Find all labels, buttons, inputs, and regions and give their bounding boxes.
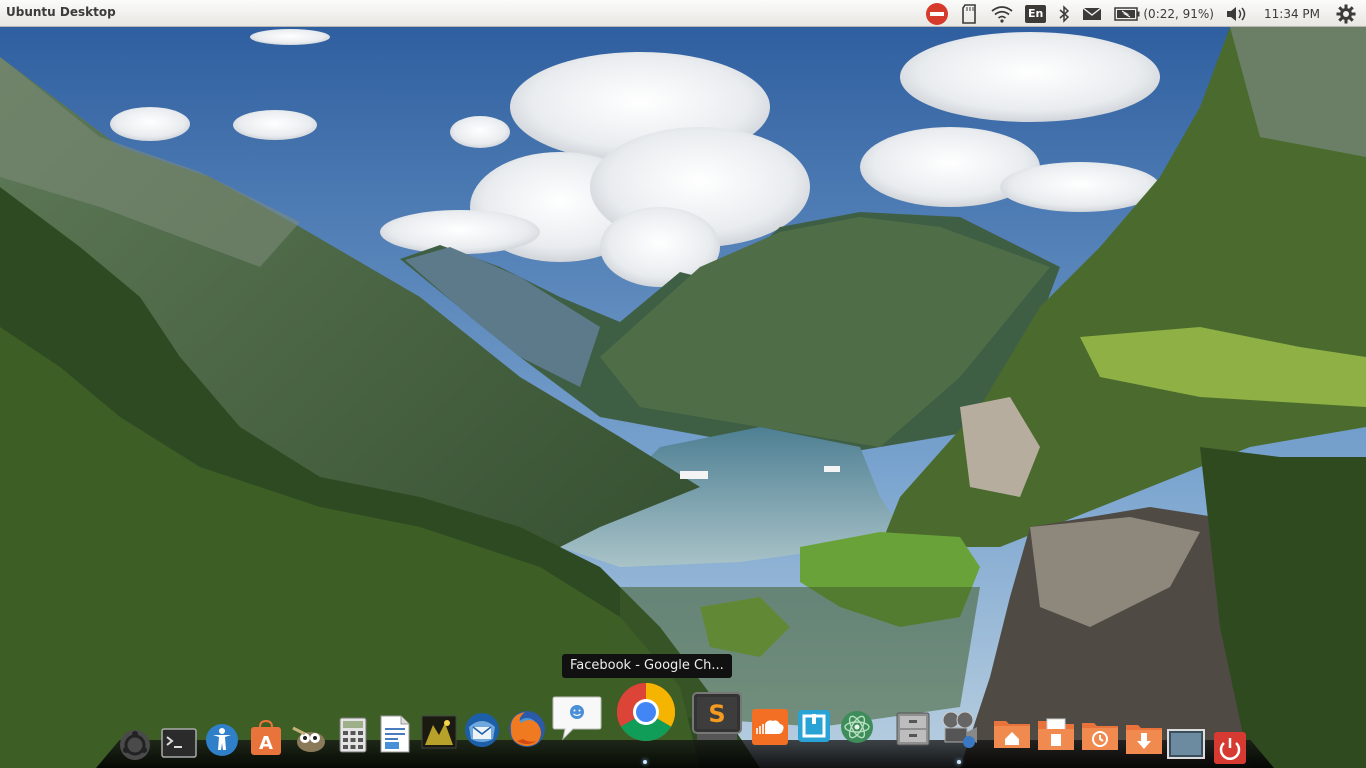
image-viewer-icon[interactable]	[420, 714, 458, 750]
recent-folder-icon[interactable]	[1080, 718, 1120, 752]
ubuntu-logo-icon[interactable]	[118, 728, 152, 762]
do-not-disturb-icon[interactable]	[919, 0, 955, 27]
sd-card-icon[interactable]	[955, 0, 985, 27]
soundcloud-icon[interactable]	[750, 708, 790, 746]
svg-text:A: A	[259, 733, 273, 754]
session-gear-icon[interactable]	[1330, 0, 1366, 27]
top-panel: Ubuntu Desktop En (0:22, 91%) 11:34 PM	[0, 0, 1366, 27]
battery-status: (0:22, 91%)	[1143, 6, 1214, 21]
clock[interactable]: 11:34 PM	[1254, 0, 1330, 27]
firefox-icon[interactable]	[506, 708, 548, 750]
app-title: Ubuntu Desktop	[6, 5, 116, 19]
power-icon[interactable]	[1212, 730, 1248, 766]
battery-indicator[interactable]: (0:22, 91%)	[1108, 0, 1220, 27]
downloads-folder-icon[interactable]	[1124, 720, 1164, 756]
files-cabinet-icon[interactable]	[894, 710, 932, 748]
google-chrome-icon[interactable]	[614, 680, 678, 744]
document-viewer-icon[interactable]	[378, 714, 412, 754]
home-folder-icon[interactable]	[992, 716, 1032, 750]
atom-editor-icon[interactable]	[838, 708, 876, 746]
accessibility-icon[interactable]	[204, 722, 240, 758]
bluetooth-icon[interactable]	[1052, 0, 1076, 27]
media-player-icon[interactable]	[938, 710, 982, 750]
dock-tooltip: Facebook - Google Ch...	[562, 654, 732, 678]
battery-icon	[1114, 6, 1140, 21]
empathy-chat-icon[interactable]	[550, 694, 604, 742]
gimp-icon[interactable]	[290, 720, 330, 756]
terminal-icon[interactable]	[160, 726, 198, 760]
wifi-icon[interactable]	[985, 0, 1019, 27]
indicator-area: En (0:22, 91%) 11:34 PM	[919, 0, 1366, 27]
sublime-text-icon[interactable]: S	[690, 690, 744, 744]
keyboard-layout-label: En	[1025, 4, 1047, 23]
keyboard-layout-icon[interactable]: En	[1019, 0, 1052, 27]
documents-folder-icon[interactable]	[1036, 716, 1076, 752]
volume-icon[interactable]	[1220, 0, 1254, 27]
screenshot-tool-icon[interactable]	[796, 708, 832, 744]
show-desktop-icon[interactable]	[1166, 728, 1206, 760]
svg-text:S: S	[708, 700, 725, 728]
thunderbird-icon[interactable]	[462, 710, 502, 750]
software-center-icon[interactable]: A	[248, 718, 284, 758]
mail-icon[interactable]	[1076, 0, 1108, 27]
calculator-icon[interactable]	[338, 716, 368, 754]
